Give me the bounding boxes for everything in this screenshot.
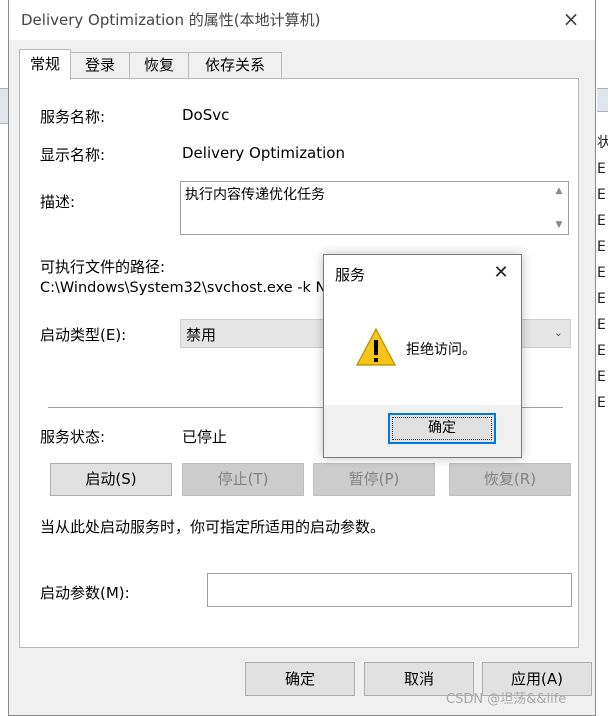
tab-recovery[interactable]: 恢复: [129, 52, 189, 79]
start-params-label: 启动参数(M):: [40, 584, 130, 602]
service-status-label: 服务状态:: [40, 428, 106, 446]
messagebox-message: 拒绝访问。: [406, 342, 476, 358]
background-header-right: [597, 88, 608, 112]
service-status-value: 已停止: [182, 428, 228, 446]
scroll-up-icon[interactable]: ▲: [553, 186, 565, 196]
scroll-down-icon[interactable]: ▼: [553, 220, 565, 230]
tab-logon[interactable]: 登录: [70, 52, 130, 79]
description-label: 描述:: [40, 193, 76, 211]
messagebox-title: 服务: [335, 266, 366, 284]
background-status-column: 状 E E E E E E E E E E: [597, 135, 608, 411]
messagebox-ok-label: 确定: [428, 420, 456, 436]
messagebox-footer: 确定: [324, 405, 521, 457]
tab-dependencies[interactable]: 依存关系: [188, 52, 282, 79]
dialog-title: Delivery Optimization 的属性(本地计算机): [21, 11, 321, 29]
chevron-down-icon: ⌄: [553, 326, 563, 339]
service-name-value: DoSvc: [182, 106, 230, 124]
start-button[interactable]: 启动(S): [50, 463, 172, 496]
resume-button[interactable]: 恢复(R): [449, 463, 571, 496]
description-textbox[interactable]: 执行内容传递优化任务 ▲ ▼: [180, 181, 569, 235]
ok-button[interactable]: 确定: [245, 662, 355, 696]
display-name-value: Delivery Optimization: [182, 144, 345, 162]
service-name-label: 服务名称:: [40, 108, 106, 126]
description-text: 执行内容传递优化任务: [185, 187, 325, 203]
pause-button[interactable]: 暂停(P): [313, 463, 435, 496]
close-icon[interactable]: ×: [557, 5, 585, 33]
messagebox-ok-button[interactable]: 确定: [388, 413, 496, 444]
access-denied-messagebox: 服务 ✕ 拒绝访问。 确定: [323, 254, 522, 458]
exe-path-label: 可执行文件的路径:: [40, 258, 166, 276]
stop-button[interactable]: 停止(T): [182, 463, 304, 496]
watermark: CSDN @坦荡&&life: [446, 692, 567, 707]
display-name-label: 显示名称:: [40, 146, 106, 164]
dialog-titlebar: Delivery Optimization 的属性(本地计算机) ×: [9, 0, 595, 40]
start-params-hint: 当从此处启动服务时，你可指定所适用的启动参数。: [40, 518, 386, 536]
startup-type-value: 禁用: [186, 326, 217, 344]
tab-general[interactable]: 常规: [19, 49, 71, 80]
exe-path-value: C:\Windows\System32\svchost.exe -k Ne: [40, 280, 336, 296]
start-params-input[interactable]: [207, 573, 572, 607]
startup-type-label: 启动类型(E):: [40, 326, 127, 344]
close-icon[interactable]: ✕: [488, 260, 514, 286]
warning-icon: [356, 327, 396, 366]
